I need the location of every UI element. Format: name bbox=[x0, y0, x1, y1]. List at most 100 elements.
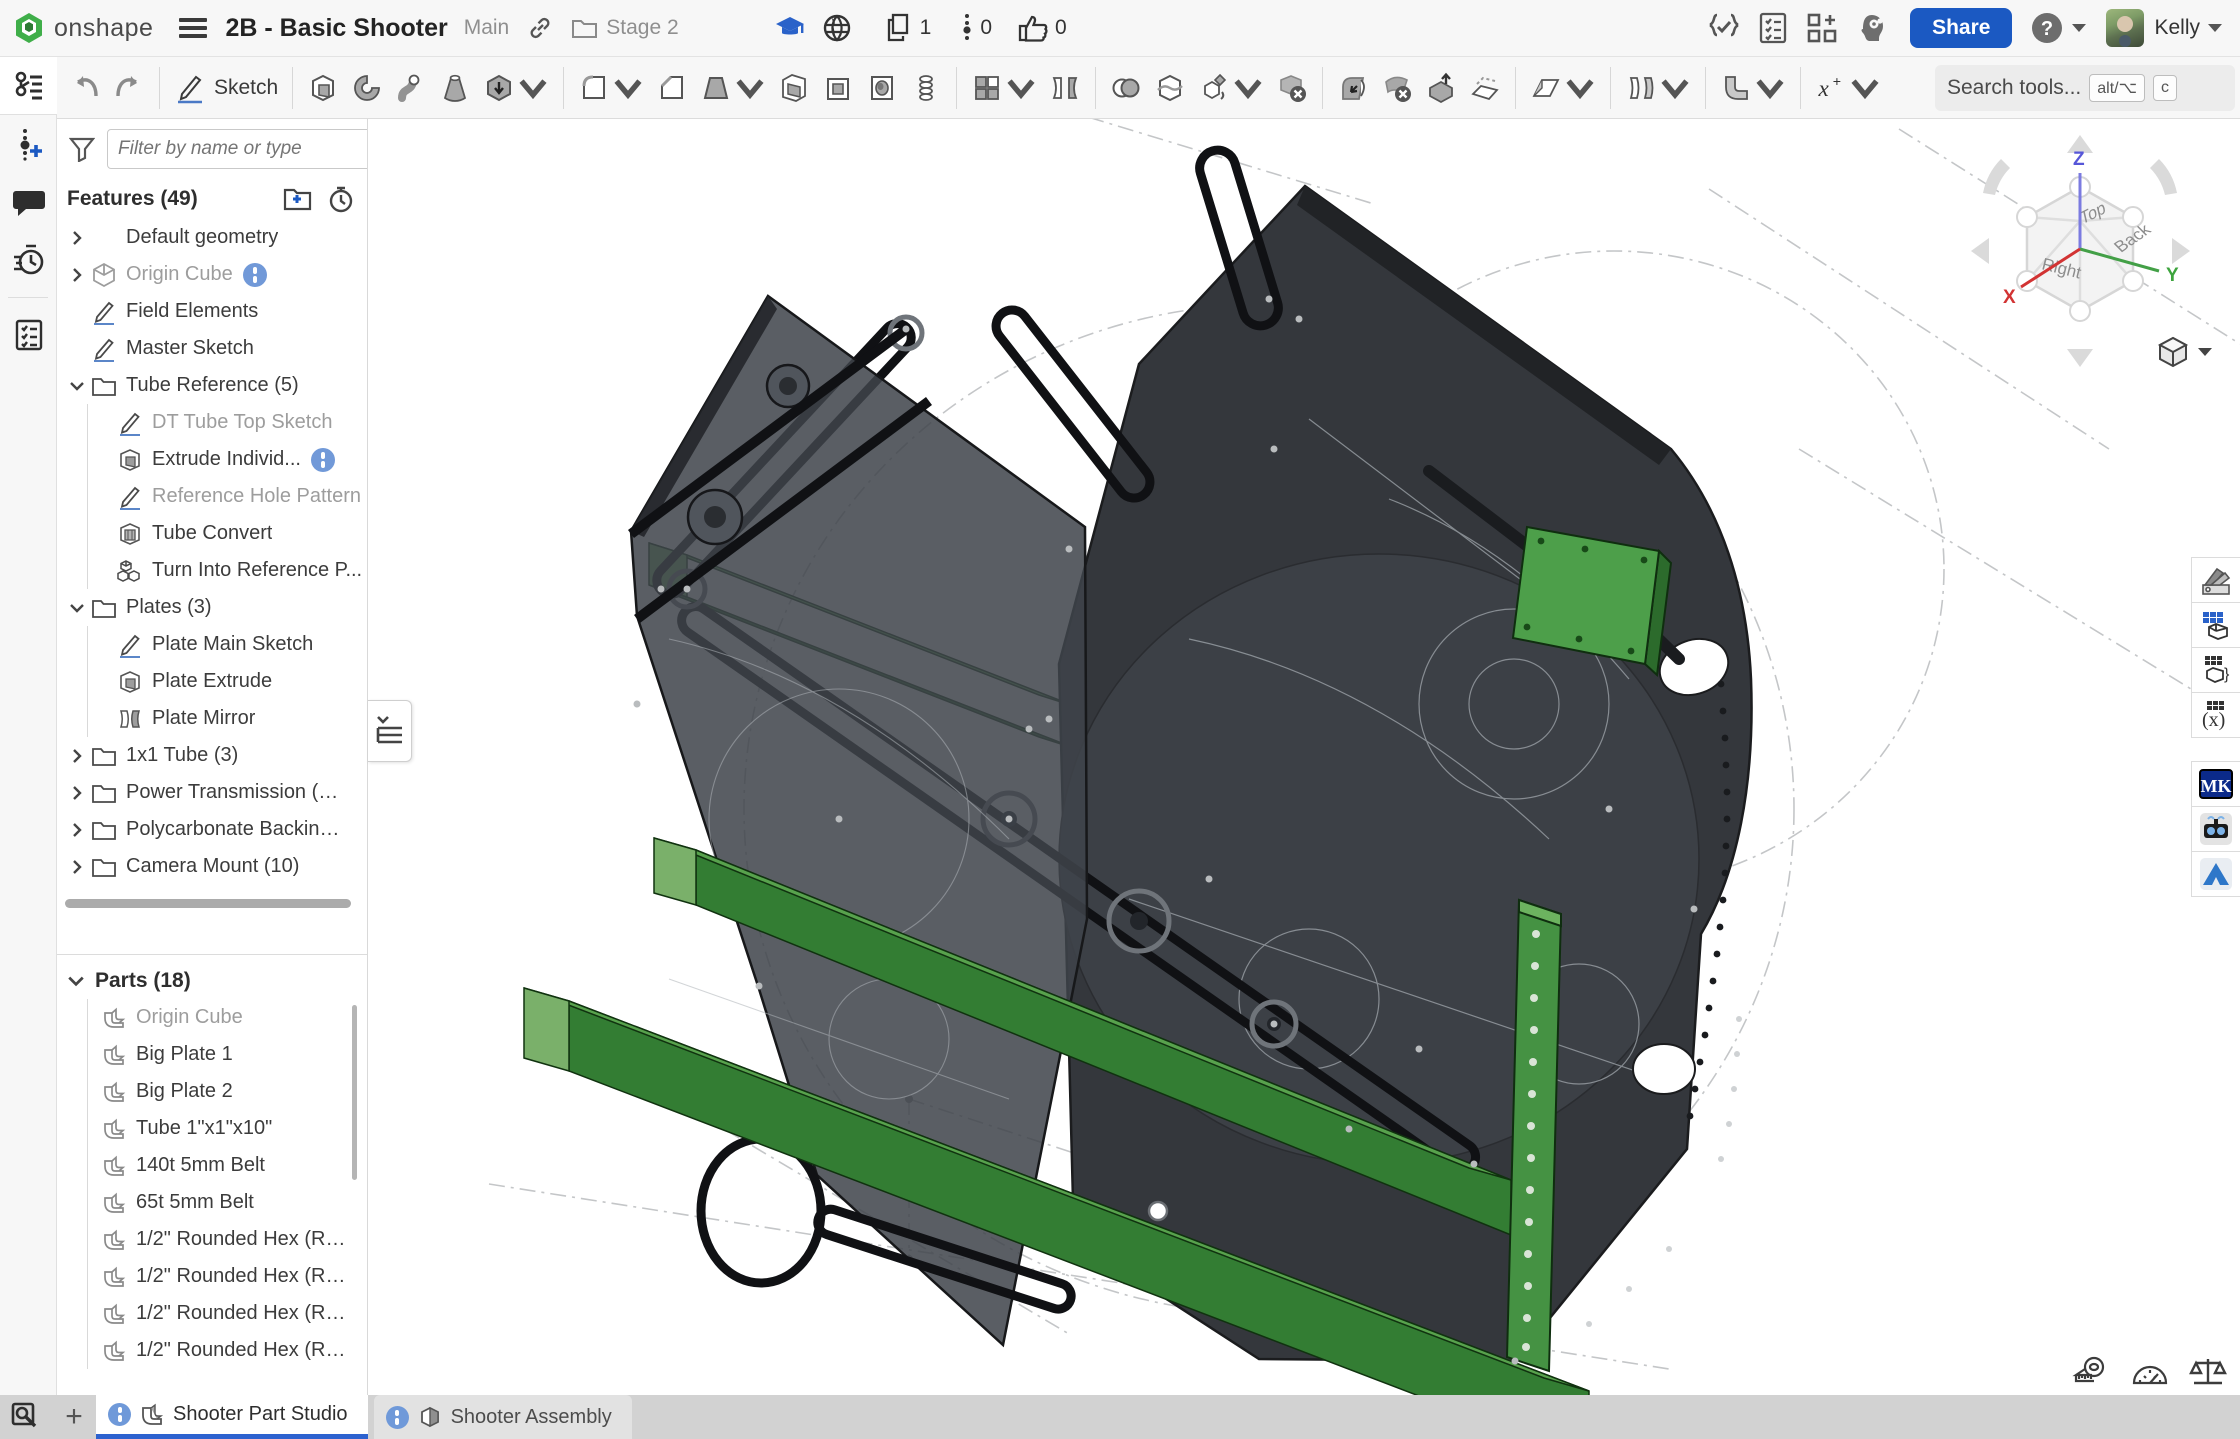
feature-row[interactable]: Origin Cube bbox=[61, 256, 367, 293]
feature-row[interactable]: Camera Mount (10) bbox=[61, 848, 367, 885]
part-row[interactable]: Big Plate 1 bbox=[61, 1036, 367, 1073]
delete-face-button[interactable] bbox=[1375, 67, 1419, 109]
help-caret-icon[interactable] bbox=[2072, 24, 2086, 32]
plane-button[interactable] bbox=[1524, 67, 1602, 109]
apps-icon[interactable] bbox=[1806, 12, 1838, 44]
tab-shooter-assembly[interactable]: Shooter Assembly bbox=[374, 1395, 632, 1439]
offset-surface-button[interactable] bbox=[1463, 67, 1507, 109]
user-menu-caret-icon[interactable] bbox=[2208, 24, 2222, 32]
mkcad-app-button[interactable]: MK bbox=[2191, 761, 2240, 807]
feature-row[interactable]: Master Sketch bbox=[61, 330, 367, 367]
delete-part-button[interactable] bbox=[1270, 67, 1314, 109]
tape-measure-icon[interactable] bbox=[2072, 1355, 2112, 1389]
linked-document-badge[interactable] bbox=[311, 448, 335, 472]
followers-icon[interactable] bbox=[961, 12, 973, 44]
share-button[interactable]: Share bbox=[1910, 8, 2012, 48]
revolve-button[interactable] bbox=[345, 67, 389, 109]
add-folder-icon[interactable] bbox=[283, 186, 313, 212]
part-row[interactable]: Tube 1"x1"x10" bbox=[61, 1110, 367, 1147]
feature-row[interactable]: Power Transmission (13) bbox=[61, 774, 367, 811]
rail-versions-button[interactable] bbox=[0, 115, 57, 173]
tab-info-icon[interactable] bbox=[108, 1403, 131, 1426]
parts-scrollbar[interactable] bbox=[352, 1005, 357, 1180]
redo-button[interactable] bbox=[107, 67, 151, 109]
panel-flyout-toggle[interactable] bbox=[368, 700, 412, 762]
rib-button[interactable] bbox=[772, 67, 816, 109]
part-row[interactable]: 140t 5mm Belt bbox=[61, 1147, 367, 1184]
like-icon[interactable] bbox=[1018, 14, 1048, 42]
part-row[interactable]: 1/2" Rounded Hex (RE... bbox=[61, 1295, 367, 1332]
rail-feature-list-button[interactable] bbox=[0, 57, 57, 115]
rollback-history-icon[interactable] bbox=[327, 185, 355, 213]
draft-button[interactable] bbox=[694, 67, 772, 109]
hole-button[interactable] bbox=[860, 67, 904, 109]
thread-button[interactable] bbox=[904, 67, 948, 109]
split-button[interactable] bbox=[1148, 67, 1192, 109]
help-icon[interactable]: ? bbox=[2030, 11, 2064, 45]
triangle-app-button[interactable] bbox=[2191, 851, 2240, 897]
link-icon[interactable] bbox=[527, 15, 553, 41]
feature-row[interactable]: DT Tube Top Sketch bbox=[61, 404, 367, 441]
user-avatar[interactable] bbox=[2106, 9, 2144, 47]
public-globe-icon[interactable] bbox=[823, 14, 851, 42]
feature-row[interactable]: 1x1 Tube (3) bbox=[61, 737, 367, 774]
rail-history-button[interactable] bbox=[0, 231, 57, 289]
add-tab-button[interactable]: + bbox=[52, 1395, 96, 1439]
feature-row[interactable]: Tube Reference (5) bbox=[61, 367, 367, 404]
rail-tasks-button[interactable] bbox=[0, 306, 57, 364]
main-menu-button[interactable] bbox=[179, 14, 207, 42]
copies-icon[interactable] bbox=[885, 13, 913, 43]
thicken-button[interactable] bbox=[477, 67, 555, 109]
onshape-logo-icon[interactable] bbox=[12, 11, 46, 45]
filter-input[interactable] bbox=[107, 129, 368, 169]
feature-row[interactable]: Field Elements bbox=[61, 293, 367, 330]
model-viewport[interactable]: Top Right Back Z Y X } (x) MK bbox=[369, 119, 2240, 1395]
part-row[interactable]: 1/2" Rounded Hex (RE... bbox=[61, 1332, 367, 1369]
feature-row[interactable]: Tube Convert bbox=[61, 515, 367, 552]
edu-badge-icon[interactable] bbox=[775, 15, 805, 41]
tab-info-icon[interactable] bbox=[386, 1406, 409, 1429]
part-row[interactable]: Big Plate 2 bbox=[61, 1073, 367, 1110]
release-tasks-icon[interactable] bbox=[1758, 12, 1788, 44]
user-name[interactable]: Kelly bbox=[2154, 16, 2200, 40]
custom-app-grid-x-button[interactable]: (x) bbox=[2191, 692, 2240, 738]
view-mode-button[interactable] bbox=[2156, 335, 2212, 369]
surface-tools-button[interactable] bbox=[1619, 67, 1697, 109]
linear-pattern-button[interactable] bbox=[965, 67, 1043, 109]
feature-row[interactable]: Reference Hole Pattern bbox=[61, 478, 367, 515]
mirror-button[interactable] bbox=[1043, 67, 1087, 109]
chamfer-button[interactable] bbox=[650, 67, 694, 109]
featurescript-icon[interactable] bbox=[1708, 12, 1740, 44]
boolean-button[interactable] bbox=[1104, 67, 1148, 109]
filter-icon[interactable] bbox=[69, 136, 95, 162]
part-row[interactable]: Origin Cube bbox=[61, 999, 367, 1036]
robot-app-button[interactable] bbox=[2191, 806, 2240, 852]
custom-app-grid-cube-button[interactable] bbox=[2191, 602, 2240, 648]
parts-collapse-icon[interactable] bbox=[67, 972, 85, 990]
custom-app-grid-brace-button[interactable]: } bbox=[2191, 647, 2240, 693]
feature-row[interactable]: Plate Extrude bbox=[61, 663, 367, 700]
folder-location[interactable]: Stage 2 bbox=[606, 16, 678, 40]
variable-studio-button[interactable]: x+ bbox=[1809, 67, 1887, 109]
feature-row[interactable]: Extrude Individ... bbox=[61, 441, 367, 478]
workspace-name[interactable]: Main bbox=[464, 16, 510, 40]
shell-button[interactable] bbox=[816, 67, 860, 109]
feature-row[interactable]: Default geometry bbox=[61, 219, 367, 256]
horizontal-scrollbar[interactable] bbox=[65, 899, 351, 908]
protractor-icon[interactable] bbox=[2130, 1355, 2170, 1389]
fillet-button[interactable] bbox=[572, 67, 650, 109]
feature-row[interactable]: Plate Mirror bbox=[61, 700, 367, 737]
appearance-tool-button[interactable] bbox=[2191, 557, 2240, 603]
move-face-button[interactable] bbox=[1419, 67, 1463, 109]
linked-document-badge[interactable] bbox=[243, 263, 267, 287]
mass-properties-icon[interactable] bbox=[2188, 1355, 2228, 1389]
feature-row[interactable]: Turn Into Reference P... bbox=[61, 552, 367, 589]
ai-assistant-icon[interactable] bbox=[1856, 12, 1888, 44]
tab-search-button[interactable] bbox=[0, 1395, 52, 1439]
part-row[interactable]: 65t 5mm Belt bbox=[61, 1184, 367, 1221]
tab-shooter-part-studio[interactable]: Shooter Part Studio bbox=[96, 1395, 368, 1439]
modify-fillet-button[interactable] bbox=[1331, 67, 1375, 109]
transform-button[interactable] bbox=[1192, 67, 1270, 109]
document-title[interactable]: 2B - Basic Shooter bbox=[225, 14, 447, 43]
part-row[interactable]: 1/2" Rounded Hex (RE... bbox=[61, 1221, 367, 1258]
